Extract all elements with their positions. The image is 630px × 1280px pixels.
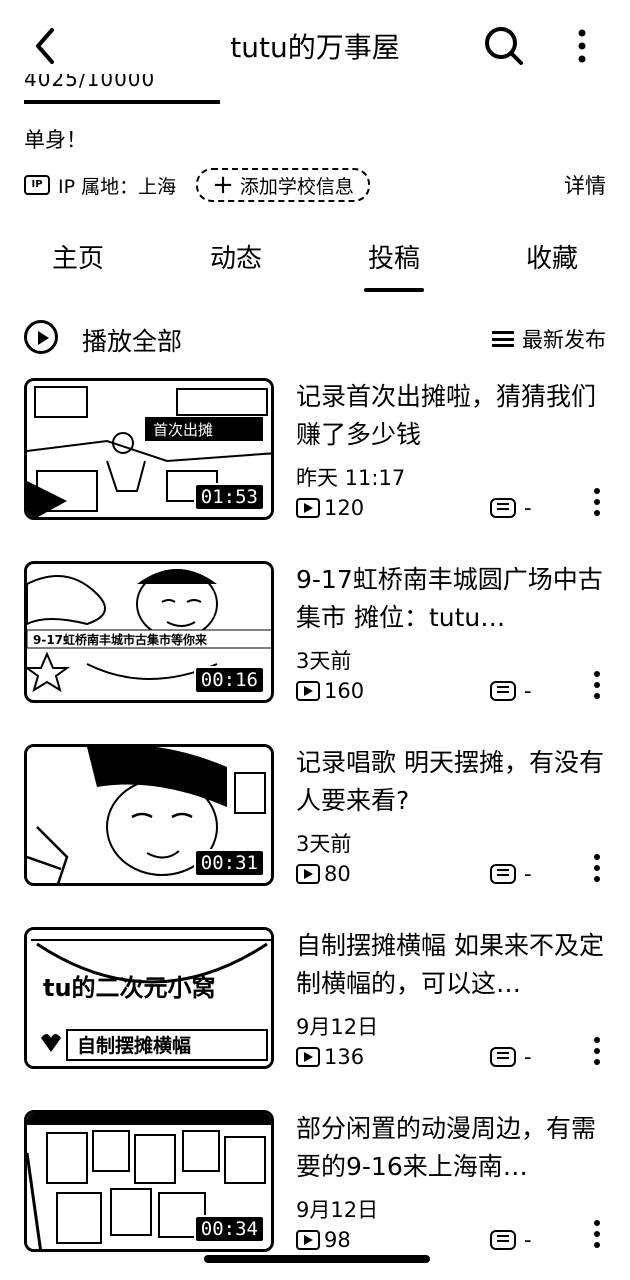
play-count: 98 — [324, 1228, 351, 1252]
more-options-button[interactable] — [570, 26, 594, 66]
search-button[interactable] — [482, 24, 524, 66]
video-more-button[interactable] — [590, 671, 604, 707]
video-item[interactable]: 00:31 记录唱歌 明天摆摊，有没有人要来看? 3天前 80 - — [24, 744, 606, 892]
tab-posts[interactable]: 投稿 — [334, 238, 454, 275]
profile-stats-cut: 4025/10000 — [24, 74, 156, 91]
video-item[interactable]: 00:34 部分闲置的动漫周边，有需要的9-16来上海南… 9月12日 98 - — [24, 1110, 606, 1258]
tab-home[interactable]: 主页 — [18, 238, 138, 275]
sort-lines-icon — [492, 331, 514, 347]
thumb-caption: 自制摆摊横幅 — [77, 1034, 191, 1057]
sort-label: 最新发布 — [522, 328, 606, 352]
play-count-icon — [296, 1230, 320, 1250]
play-count-icon — [296, 498, 320, 518]
ip-location: IP 属地：上海 — [58, 175, 177, 198]
more-vertical-icon — [578, 29, 586, 63]
details-link[interactable]: 详情 — [564, 170, 606, 200]
add-school-label: 添加学校信息 — [239, 175, 354, 198]
video-comments: - — [490, 1228, 532, 1252]
video-thumbnail[interactable]: tu的二次元小窝 自制摆摊横幅 — [24, 927, 274, 1069]
video-duration: 00:31 — [193, 849, 265, 877]
profile-tabs: 主页 动态 投稿 收藏 — [0, 238, 630, 294]
video-item[interactable]: 首次出摊 01:53 记录首次出摊啦，猜猜我们赚了多少钱 昨天 11:17 12… — [24, 378, 606, 526]
video-date: 昨天 11:17 — [296, 466, 406, 490]
add-school-button[interactable]: + 添加学校信息 — [196, 168, 370, 202]
video-comments: - — [490, 862, 532, 886]
video-comments: - — [490, 679, 532, 703]
video-duration: 00:16 — [193, 666, 265, 694]
play-count: 160 — [324, 679, 365, 703]
video-item[interactable]: tu的二次元小窝 自制摆摊横幅 自制摆摊横幅 如果来不及定制横幅的，可以这… 9… — [24, 927, 606, 1075]
sort-button[interactable]: 最新发布 — [492, 324, 606, 354]
plus-icon: + — [212, 170, 234, 200]
profile-bio: 单身！ — [24, 128, 87, 152]
comment-count: - — [524, 496, 532, 520]
video-thumbnail[interactable]: 00:31 — [24, 744, 274, 886]
play-count: 120 — [324, 496, 365, 520]
play-count: 80 — [324, 862, 351, 886]
comment-icon — [490, 1047, 516, 1067]
video-thumbnail[interactable]: 9-17虹桥南丰城市古集市等你来 00:16 — [24, 561, 274, 703]
video-duration: 01:53 — [193, 483, 265, 511]
video-title[interactable]: 自制摆摊横幅 如果来不及定制横幅的，可以这… — [296, 927, 606, 1003]
video-more-button[interactable] — [590, 854, 604, 890]
thumb-caption: 首次出摊 — [153, 421, 213, 439]
video-date: 9月12日 — [296, 1015, 379, 1039]
video-date: 9月12日 — [296, 1198, 379, 1222]
comment-icon — [490, 1230, 516, 1250]
video-thumbnail[interactable]: 首次出摊 01:53 — [24, 378, 274, 520]
play-all-button[interactable]: 播放全部 — [82, 322, 182, 358]
video-comments: - — [490, 496, 532, 520]
video-plays: 120 — [296, 496, 364, 520]
video-title[interactable]: 记录首次出摊啦，猜猜我们赚了多少钱 — [296, 378, 606, 454]
tab-dynamics[interactable]: 动态 — [176, 238, 296, 275]
video-date: 3天前 — [296, 832, 352, 856]
video-more-button[interactable] — [590, 1220, 604, 1256]
video-plays: 80 — [296, 862, 351, 886]
play-count-icon — [296, 1047, 320, 1067]
active-tab-indicator — [364, 288, 424, 292]
video-title[interactable]: 部分闲置的动漫周边，有需要的9-16来上海南… — [296, 1110, 606, 1186]
video-title[interactable]: 记录唱歌 明天摆摊，有没有人要来看? — [296, 744, 606, 820]
video-date: 3天前 — [296, 649, 352, 673]
comment-count: - — [524, 862, 532, 886]
video-duration: 00:34 — [193, 1215, 265, 1243]
ip-row: IP IP 属地：上海 + 添加学校信息 — [24, 168, 370, 202]
video-item[interactable]: 9-17虹桥南丰城市古集市等你来 00:16 9-17虹桥南丰城圆广场中古集市 … — [24, 561, 606, 709]
comment-count: - — [524, 1045, 532, 1069]
video-plays: 98 — [296, 1228, 351, 1252]
video-more-button[interactable] — [590, 1037, 604, 1073]
play-count: 136 — [324, 1045, 365, 1069]
play-all-icon[interactable] — [24, 320, 58, 354]
comment-icon — [490, 498, 516, 518]
tab-favorites[interactable]: 收藏 — [492, 238, 612, 275]
thumb-caption: 9-17虹桥南丰城市古集市等你来 — [33, 632, 208, 647]
play-all-row: 播放全部 最新发布 — [24, 318, 606, 362]
video-comments: - — [490, 1045, 532, 1069]
home-indicator[interactable] — [204, 1255, 430, 1263]
comment-count: - — [524, 1228, 532, 1252]
thumb-banner: tu的二次元小窝 — [43, 974, 216, 1002]
play-count-icon — [296, 681, 320, 701]
search-icon — [485, 27, 523, 65]
level-progress-bar — [24, 100, 220, 104]
play-count-icon — [296, 864, 320, 884]
comment-icon — [490, 864, 516, 884]
comment-count: - — [524, 679, 532, 703]
video-more-button[interactable] — [590, 488, 604, 524]
ip-icon: IP — [24, 175, 50, 195]
comment-icon — [490, 681, 516, 701]
video-plays: 136 — [296, 1045, 364, 1069]
banner-thumbnail-image: tu的二次元小窝 自制摆摊横幅 — [27, 930, 271, 1066]
video-thumbnail[interactable]: 00:34 — [24, 1110, 274, 1252]
page-title: tutu的万事屋 — [230, 31, 400, 64]
video-plays: 160 — [296, 679, 364, 703]
video-title[interactable]: 9-17虹桥南丰城圆广场中古集市 摊位：tutu… — [296, 561, 606, 637]
